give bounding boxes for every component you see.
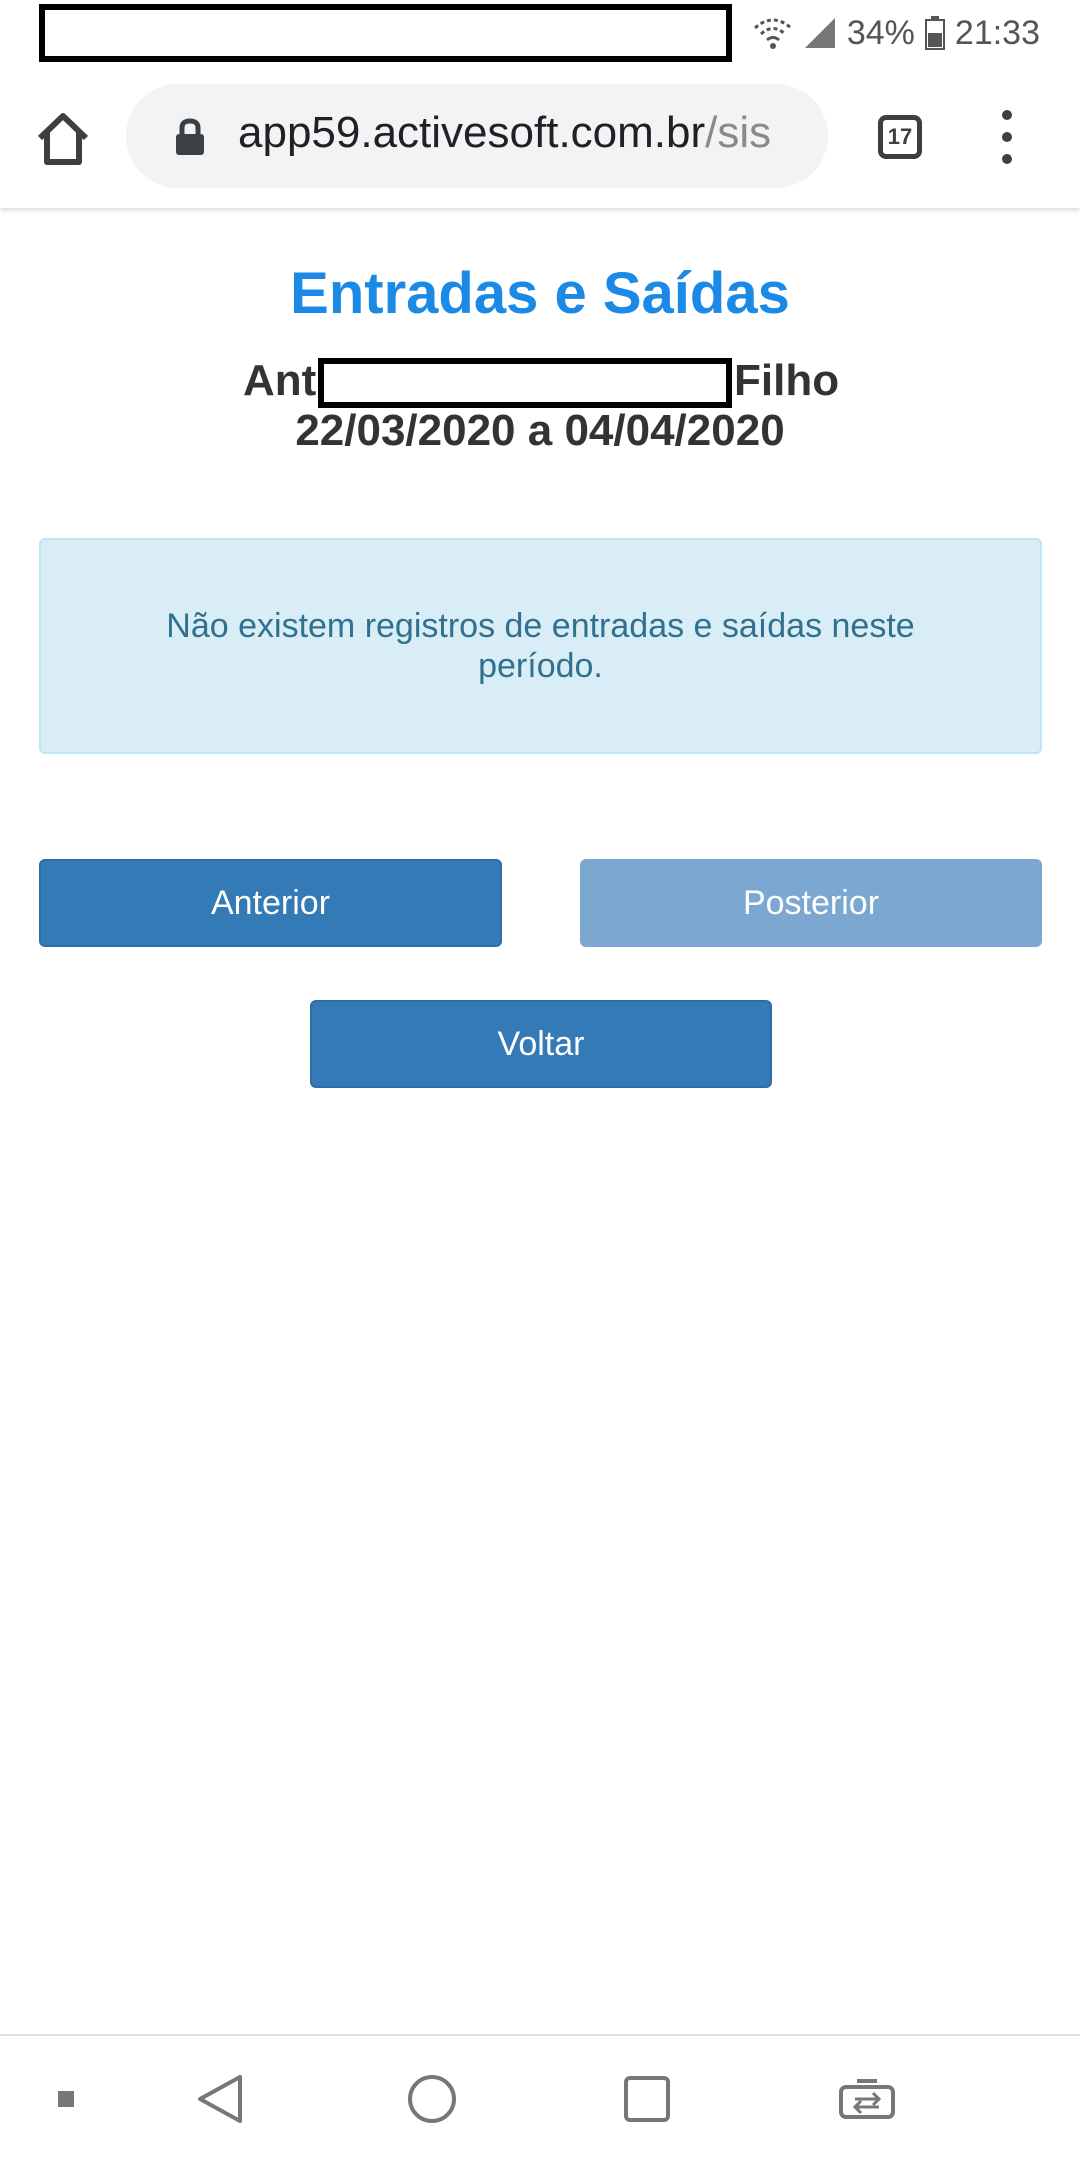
next-button[interactable]: Posterior — [580, 859, 1042, 947]
tabs-button[interactable]: 17 — [878, 115, 922, 159]
no-records-alert: Não existem registros de entradas e saíd… — [39, 538, 1042, 754]
menu-button[interactable] — [990, 110, 1024, 164]
redacted-student-name — [318, 358, 732, 408]
signal-icon — [803, 16, 837, 50]
battery-icon — [924, 16, 945, 50]
url-path: /sis — [705, 108, 772, 157]
lock-icon — [176, 118, 204, 155]
nav-dot[interactable] — [36, 2036, 96, 2162]
navigation-bar — [0, 2034, 1080, 2162]
menu-icon — [1002, 110, 1012, 120]
student-name: Ant Filho — [0, 356, 1080, 412]
status-bar: 34% 21:33 — [0, 0, 1080, 66]
page-title: Entradas e Saídas — [290, 261, 790, 326]
student-name-start: Ant — [243, 356, 317, 405]
browser-toolbar: app59.activesoft.com.br/sis 17 — [0, 66, 1080, 208]
date-range: 22/03/2020 a 04/04/2020 — [295, 406, 785, 455]
address-bar[interactable]: app59.activesoft.com.br/sis — [126, 84, 828, 188]
url-domain: app59.activesoft.com.br — [238, 108, 706, 157]
redacted-notification-area — [39, 4, 732, 62]
recents-icon — [624, 2076, 670, 2122]
nav-switch-app-button[interactable] — [822, 2036, 912, 2162]
home-button[interactable] — [30, 106, 96, 172]
switch-app-icon — [839, 2079, 895, 2119]
student-name-end: Filho — [734, 356, 840, 405]
status-indicators: 34% 21:33 — [753, 10, 1040, 56]
back-icon — [198, 2075, 242, 2123]
home-circle-icon — [408, 2075, 456, 2123]
nav-home-button[interactable] — [392, 2036, 472, 2162]
clock: 21:33 — [954, 13, 1040, 52]
back-button[interactable]: Voltar — [310, 1000, 772, 1088]
battery-percent: 34% — [846, 13, 915, 52]
nav-dot-icon — [58, 2091, 74, 2107]
nav-recents-button[interactable] — [607, 2036, 687, 2162]
alert-text: Não existem registros de entradas e saíd… — [166, 607, 915, 685]
url-text: app59.activesoft.com.br/sis — [238, 108, 808, 168]
tab-count: 17 — [887, 124, 913, 149]
wifi-icon — [753, 16, 793, 50]
nav-back-button[interactable] — [180, 2036, 260, 2162]
previous-button[interactable]: Anterior — [39, 859, 502, 947]
home-icon — [37, 113, 89, 165]
